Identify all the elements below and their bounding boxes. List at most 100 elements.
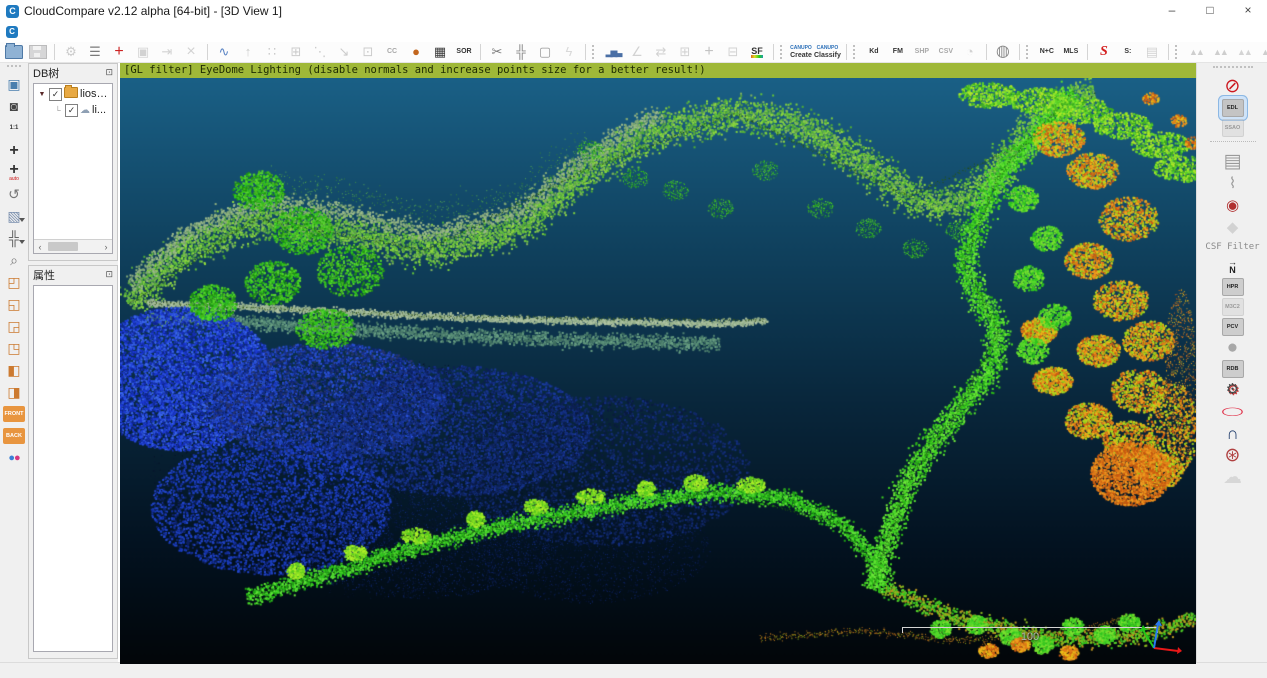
stereo-mode-icon[interactable]: ●●: [3, 448, 25, 468]
menu-file[interactable]: [23, 30, 37, 34]
save-icon[interactable]: [27, 43, 49, 61]
float-panel-icon[interactable]: ⊡: [105, 67, 113, 78]
delete-icon[interactable]: ×: [180, 43, 202, 61]
poisson-blob-icon[interactable]: ●: [1220, 338, 1246, 358]
disable-gl-filter-icon[interactable]: ⊘: [1220, 77, 1246, 97]
compass-icon[interactable]: ◉: [1220, 196, 1246, 216]
menu-help[interactable]: [107, 30, 121, 34]
sample-points-icon[interactable]: ⊡: [357, 43, 379, 61]
subsample-icon[interactable]: ∷: [261, 43, 283, 61]
toolbar-drag-handle[interactable]: [1175, 45, 1181, 59]
zoom-1-1-icon[interactable]: 1:1: [3, 118, 25, 138]
clipping-box-icon[interactable]: ▢: [534, 43, 556, 61]
globe-wire-icon[interactable]: ◍: [992, 43, 1014, 61]
rotate-view-icon[interactable]: ↺: [3, 184, 25, 204]
view-left-icon[interactable]: ◲: [3, 316, 25, 336]
scroll-thumb[interactable]: [48, 242, 78, 251]
csv-export-icon[interactable]: CSV: [935, 43, 957, 61]
mls-smooth-icon[interactable]: MLS: [1060, 43, 1082, 61]
clone-icon[interactable]: ▣: [132, 43, 154, 61]
shp-export-icon[interactable]: SHP: [911, 43, 933, 61]
spline-red-icon[interactable]: S: [1093, 43, 1115, 61]
cloud-ruler-icon[interactable]: ☁: [1220, 468, 1246, 488]
menu-tools[interactable]: [51, 30, 65, 34]
kd-tree-icon[interactable]: Kd: [863, 43, 885, 61]
menu-3dviews[interactable]: [93, 30, 107, 34]
apply-transform-icon[interactable]: ⇥: [156, 43, 178, 61]
toolbar-drag-handle[interactable]: [1213, 66, 1253, 72]
normals-curvature-icon[interactable]: N+C: [1036, 43, 1058, 61]
facets-plugin-2-icon[interactable]: ▲▲: [1209, 43, 1231, 61]
gears-icon[interactable]: ⚙: [1220, 380, 1246, 400]
pick-rotation-center-icon[interactable]: + auto: [3, 162, 25, 182]
menu-plugins[interactable]: [79, 30, 93, 34]
pivot-cross-icon[interactable]: +: [3, 140, 25, 160]
ssao-filter-icon[interactable]: SSAO: [1222, 119, 1244, 137]
properties-list-icon[interactable]: ☰: [84, 43, 106, 61]
zoom-magnifier-icon[interactable]: ⌕: [3, 250, 25, 270]
pan-icon[interactable]: ╬: [3, 228, 25, 248]
close-button[interactable]: ×: [1229, 0, 1267, 22]
toolbar-drag-handle[interactable]: [780, 45, 786, 59]
segment-icon[interactable]: ϟ: [558, 43, 580, 61]
octree-icon[interactable]: ⊞: [285, 43, 307, 61]
facets-plugin-4-icon[interactable]: ▲▲: [1257, 43, 1267, 61]
sf-calculator-icon[interactable]: ⊟: [722, 43, 744, 61]
shield-icon[interactable]: ◆: [1220, 218, 1246, 238]
visibility-checkbox[interactable]: ✓: [65, 104, 78, 117]
view-front-icon[interactable]: FRONT: [3, 406, 25, 422]
scroll-left-icon[interactable]: ‹: [34, 242, 46, 252]
sphere-icon[interactable]: ◔: [959, 43, 981, 61]
minmax-icon[interactable]: ⇄: [650, 43, 672, 61]
mdi-child-icon[interactable]: C: [6, 26, 18, 38]
menu-display[interactable]: [65, 30, 79, 34]
animation-icon[interactable]: ▤: [1220, 152, 1246, 172]
canupo-classify-icon[interactable]: CANUPOClassify: [814, 43, 841, 61]
open-icon[interactable]: [3, 43, 25, 61]
view-iso1-icon[interactable]: ◧: [3, 360, 25, 380]
cloud-cloud-dist-icon[interactable]: CC: [381, 43, 403, 61]
checkerboard-icon[interactable]: ▦: [429, 43, 451, 61]
view-right-icon[interactable]: ◳: [3, 338, 25, 358]
db-tree-hscrollbar[interactable]: ‹ ›: [34, 239, 112, 253]
point-cloud-canvas[interactable]: [120, 78, 1196, 664]
display-options-icon[interactable]: ▣: [3, 74, 25, 94]
toolbar-drag-handle[interactable]: [7, 65, 21, 71]
add-sf-icon[interactable]: +: [698, 43, 720, 61]
spline-fit-icon[interactable]: S:: [1117, 43, 1139, 61]
sf-rainbow-icon[interactable]: SF: [746, 43, 768, 61]
tree-item[interactable]: ▼✓liosa...: [35, 86, 111, 102]
scatter-points-icon[interactable]: ⋱: [309, 43, 331, 61]
view-back-icon[interactable]: BACK: [3, 428, 25, 444]
3d-view[interactable]: [GL filter] EyeDome Lighting (disable no…: [120, 63, 1196, 664]
normals-arrow-icon[interactable]: → N: [1220, 256, 1246, 276]
toolbar-drag-handle[interactable]: [853, 45, 859, 59]
canupo-create-icon[interactable]: CANUPOCreate: [790, 43, 812, 61]
sor-filter-icon[interactable]: SOR: [453, 43, 475, 61]
menu-edit[interactable]: [37, 30, 51, 34]
view-top-icon[interactable]: ◰: [3, 272, 25, 292]
red-ellipse-icon[interactable]: ◯: [1220, 402, 1246, 422]
view-bottom-icon[interactable]: ◱: [3, 294, 25, 314]
merge-clouds-icon[interactable]: ↑: [237, 43, 259, 61]
hpr-icon[interactable]: HPR: [1222, 278, 1244, 296]
sf-grid-icon[interactable]: ⊞: [674, 43, 696, 61]
toolbar-drag-handle[interactable]: [1026, 45, 1032, 59]
facets-plugin-3-icon[interactable]: ▲▲: [1233, 43, 1255, 61]
tree-caret-icon[interactable]: ▼: [37, 91, 47, 98]
broom-icon[interactable]: ⌇: [1220, 174, 1246, 194]
m3c2-icon[interactable]: M3C2: [1222, 298, 1244, 316]
cork-icon[interactable]: ∩: [1220, 424, 1246, 444]
facets-plugin-1-icon[interactable]: ▲▲: [1185, 43, 1207, 61]
float-panel-icon[interactable]: ⊡: [105, 269, 113, 280]
toolbar-drag-handle[interactable]: [592, 45, 598, 59]
fm-icon[interactable]: FM: [887, 43, 909, 61]
scissors-icon[interactable]: ✂: [486, 43, 508, 61]
gear-circle-icon[interactable]: ⊛: [1220, 446, 1246, 466]
perspective-cube-icon[interactable]: ▧: [3, 206, 25, 226]
visibility-checkbox[interactable]: ✓: [49, 88, 62, 101]
resample-curve-icon[interactable]: ∿: [213, 43, 235, 61]
tree-item[interactable]: └✓☁li...: [35, 102, 111, 118]
curve-fit-icon[interactable]: ∠: [626, 43, 648, 61]
minimize-button[interactable]: –: [1153, 0, 1191, 22]
